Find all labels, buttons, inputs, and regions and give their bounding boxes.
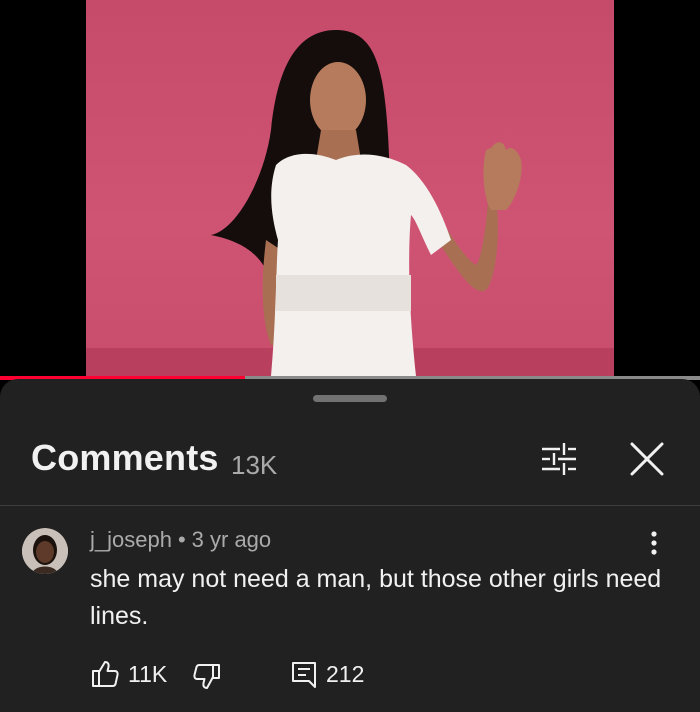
comments-count: 13K bbox=[231, 450, 278, 480]
video-still-image bbox=[86, 30, 614, 376]
header-divider bbox=[0, 505, 700, 506]
close-button[interactable] bbox=[627, 439, 667, 479]
dislike-button[interactable] bbox=[192, 662, 222, 692]
comment-more-button[interactable] bbox=[644, 529, 664, 559]
video-frame bbox=[86, 0, 614, 376]
reply-button[interactable] bbox=[290, 660, 318, 690]
like-count: 11K bbox=[128, 661, 168, 687]
comments-title: Comments bbox=[31, 437, 219, 478]
like-button[interactable] bbox=[90, 659, 120, 689]
reply-icon bbox=[292, 662, 316, 688]
meta-separator: • bbox=[177, 527, 186, 552]
thumbs-up-icon bbox=[92, 661, 119, 687]
more-vert-icon bbox=[651, 531, 657, 555]
comment-meta: j_joseph • 3 yr ago bbox=[90, 527, 271, 553]
thumbs-down-icon bbox=[193, 664, 220, 689]
video-player[interactable] bbox=[0, 0, 700, 379]
user-avatar-image bbox=[22, 528, 68, 574]
drag-handle[interactable] bbox=[313, 395, 387, 402]
reply-count: 212 bbox=[326, 661, 365, 687]
sort-filter-button[interactable] bbox=[538, 439, 580, 479]
sliders-icon bbox=[542, 443, 576, 475]
close-icon bbox=[630, 442, 664, 476]
avatar[interactable] bbox=[22, 528, 68, 574]
comment-text: she may not need a man, but those other … bbox=[90, 565, 662, 630]
comment-author[interactable]: j_joseph bbox=[90, 527, 172, 552]
comment-time: 3 yr ago bbox=[191, 527, 272, 552]
